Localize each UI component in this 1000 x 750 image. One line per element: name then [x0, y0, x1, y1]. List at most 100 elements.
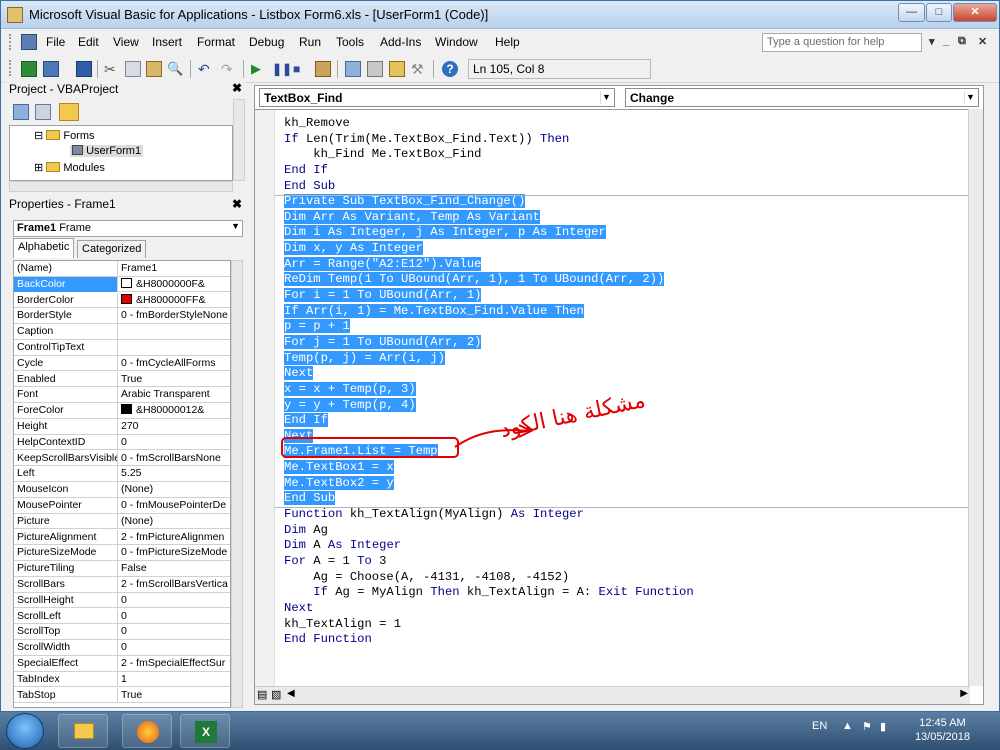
code-line[interactable]: For j = 1 To UBound(Arr, 2) — [284, 334, 694, 351]
paste-icon[interactable] — [146, 61, 162, 77]
language-indicator[interactable]: EN — [812, 720, 827, 732]
code-line[interactable]: Temp(p, j) = Arr(i, j) — [284, 350, 694, 367]
property-value[interactable]: 0 - fmScrollBarsNone — [118, 451, 230, 466]
property-row[interactable]: PictureAlignment 2 - fmPictureAlignmen — [14, 529, 230, 546]
chevron-down-icon[interactable]: ▼ — [231, 221, 240, 231]
view-code-icon[interactable] — [13, 104, 29, 120]
property-value[interactable]: False — [118, 561, 230, 576]
mdi-dropdown-icon[interactable]: ▾ — [929, 35, 935, 48]
copy-icon[interactable] — [125, 61, 141, 77]
property-value[interactable]: 0 - fmBorderStyleNone — [118, 308, 230, 323]
excel-taskbar-button[interactable]: X — [180, 714, 230, 748]
collapse-icon[interactable]: ⊟ — [34, 130, 43, 142]
property-row[interactable]: Font Arabic Transparent — [14, 387, 230, 403]
property-row[interactable]: Caption — [14, 324, 230, 340]
scroll-left-icon[interactable]: ◀ — [287, 688, 295, 699]
procedure-view-icon[interactable]: ▤ — [257, 688, 267, 701]
property-value[interactable]: 0 — [118, 640, 230, 655]
explorer-taskbar-button[interactable] — [58, 714, 108, 748]
code-line[interactable]: If Ag = MyAlign Then kh_TextAlign = A: E… — [284, 585, 693, 601]
redo-icon[interactable]: ↷ — [221, 61, 237, 77]
code-line[interactable]: kh_TextAlign = 1 — [284, 617, 694, 633]
view-object-icon[interactable] — [35, 104, 51, 120]
close-button[interactable]: ✕ — [953, 3, 997, 22]
property-value[interactable]: True — [118, 372, 230, 387]
tree-item-forms[interactable]: ⊟ Forms — [34, 129, 95, 142]
code-line[interactable]: End If — [284, 163, 694, 179]
run-icon[interactable]: ▶ — [251, 61, 267, 77]
tree-item-modules[interactable]: ⊞ Modules — [34, 161, 105, 174]
full-module-view-icon[interactable]: ▧ — [271, 688, 281, 701]
show-hidden-icons[interactable]: ▲ — [842, 720, 853, 732]
help-icon[interactable]: ? — [442, 61, 458, 77]
network-icon[interactable]: ▮ — [880, 720, 886, 733]
scroll-right-icon[interactable]: ▶ — [960, 688, 968, 699]
menu-window[interactable]: Window — [435, 35, 478, 49]
project-explorer-icon[interactable] — [345, 61, 361, 77]
object-selector[interactable]: Frame1 Frame ▼ — [13, 220, 243, 237]
property-value[interactable]: 0 — [118, 593, 230, 608]
property-row[interactable]: TabStop True — [14, 687, 230, 704]
code-line[interactable]: For A = 1 To 3 — [284, 554, 694, 570]
code-margin[interactable] — [255, 110, 275, 686]
cut-icon[interactable]: ✂ — [104, 61, 120, 77]
menu-grip[interactable] — [9, 34, 13, 50]
code-line[interactable]: Arr = Range("A2:E12").Value — [284, 256, 694, 273]
properties-vscrollbar[interactable] — [231, 260, 243, 708]
code-line[interactable]: For i = 1 To UBound(Arr, 1) — [284, 288, 694, 304]
properties-window-icon[interactable] — [367, 61, 383, 77]
property-row[interactable]: BorderColor &H800000FF& — [14, 292, 230, 309]
menu-format[interactable]: Format — [197, 35, 235, 49]
code-line[interactable]: If Arr(i, 1) = Me.TextBox_Find.Value The… — [284, 303, 694, 320]
menu-help[interactable]: Help — [495, 35, 520, 49]
property-row[interactable]: Height 270 — [14, 419, 230, 435]
code-line[interactable]: ReDim Temp(1 To UBound(Arr, 1), 1 To UBo… — [284, 272, 694, 288]
code-line[interactable]: Next — [284, 601, 694, 617]
flag-icon[interactable]: ⚑ — [862, 720, 872, 733]
find-icon[interactable]: 🔍 — [167, 61, 183, 77]
object-browser-icon[interactable] — [389, 61, 405, 77]
code-line[interactable]: Dim Ag — [284, 523, 694, 539]
property-value[interactable]: 0 - fmCycleAllForms — [118, 356, 230, 371]
property-row[interactable]: Left 5.25 — [14, 466, 230, 482]
property-row[interactable]: KeepScrollBarsVisible 0 - fmScrollBarsNon… — [14, 450, 230, 467]
property-row[interactable]: Cycle 0 - fmCycleAllForms — [14, 355, 230, 372]
property-row[interactable]: BorderStyle 0 - fmBorderStyleNone — [14, 308, 230, 324]
code-line[interactable]: Function kh_TextAlign(MyAlign) As Intege… — [284, 507, 694, 523]
menu-run[interactable]: Run — [299, 35, 321, 49]
excel-view-icon[interactable] — [21, 61, 37, 77]
toolbox-icon[interactable]: ⚒ — [411, 61, 427, 77]
help-search-input[interactable]: Type a question for help — [762, 33, 922, 52]
code-line[interactable]: Dim i As Integer, j As Integer, p As Int… — [284, 225, 694, 241]
code-line[interactable]: If Len(Trim(Me.TextBox_Find.Text)) Then — [284, 132, 694, 148]
property-row[interactable]: SpecialEffect 2 - fmSpecialEffectSur — [14, 656, 230, 672]
property-row[interactable]: ForeColor &H80000012& — [14, 403, 230, 419]
property-value[interactable] — [118, 324, 230, 339]
property-row[interactable]: ScrollHeight 0 — [14, 592, 230, 609]
code-line[interactable]: Private Sub TextBox_Find_Change() — [284, 194, 694, 210]
property-value[interactable]: 270 — [118, 419, 230, 434]
break-icon[interactable]: ❚❚ — [272, 61, 292, 77]
property-value[interactable]: &H8000000F& — [118, 277, 230, 292]
property-row[interactable]: PictureSizeMode 0 - fmPictureSizeMode — [14, 545, 230, 561]
property-row[interactable]: ScrollTop 0 — [14, 624, 230, 640]
code-line[interactable]: Next — [284, 366, 694, 382]
property-value[interactable]: 2 - fmPictureAlignmen — [118, 530, 230, 545]
code-line[interactable]: kh_Remove — [284, 116, 694, 132]
mdi-close-icon[interactable]: ✕ — [978, 35, 987, 48]
code-line[interactable]: Dim Arr As Variant, Temp As Variant — [284, 209, 694, 226]
property-row[interactable]: ControlTipText — [14, 340, 230, 356]
insert-userform-icon[interactable] — [43, 61, 59, 77]
property-value[interactable]: (None) — [118, 514, 230, 529]
property-value[interactable]: 0 — [118, 624, 230, 639]
menu-add-ins[interactable]: Add-Ins — [380, 35, 421, 49]
property-row[interactable]: BackColor &H8000000F& — [14, 276, 230, 293]
project-vscrollbar[interactable] — [233, 99, 245, 181]
property-value[interactable]: &H80000012& — [118, 403, 230, 418]
code-line[interactable]: Ag = Choose(A, -4131, -4108, -4152) — [284, 570, 694, 586]
system-clock[interactable]: 12:45 AM 13/05/2018 — [915, 716, 970, 744]
reset-icon[interactable]: ■ — [293, 61, 309, 77]
property-value[interactable]: 2 - fmSpecialEffectSur — [118, 656, 230, 671]
code-line[interactable]: End Sub — [284, 179, 694, 195]
property-row[interactable]: Picture (None) — [14, 513, 230, 530]
